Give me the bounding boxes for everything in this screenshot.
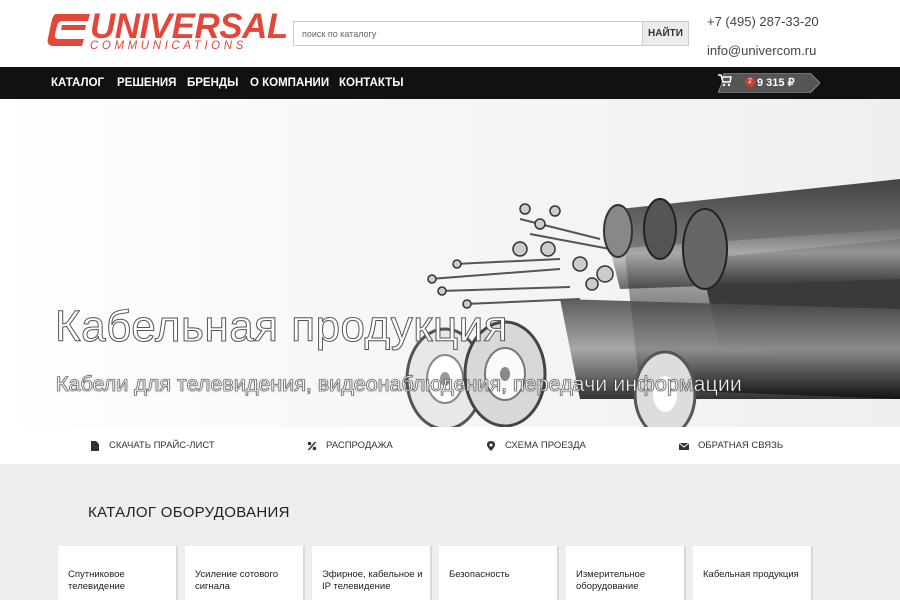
main-nav: КАТАЛОГ РЕШЕНИЯ БРЕНДЫ О КОМПАНИИ КОНТАК…	[0, 67, 900, 99]
cart-icon	[718, 74, 732, 87]
quick-link-price-list[interactable]: СКАЧАТЬ ПРАЙС-ЛИСТ	[90, 427, 215, 464]
file-icon	[91, 440, 99, 451]
percent-icon	[307, 441, 317, 450]
logo-subtext: COMMUNICATIONS	[90, 40, 247, 52]
nav-item-about[interactable]: О КОМПАНИИ	[250, 67, 329, 99]
catalog-section: КАТАЛОГ ОБОРУДОВАНИЯ Спутниковое телевид…	[0, 464, 900, 600]
quick-link-label: ОБРАТНАЯ СВЯЗЬ	[698, 440, 784, 451]
catalog-card-cellular-boost[interactable]: Усиление сотового сигнала	[185, 546, 305, 600]
catalog-card-label: Кабельная продукция	[703, 569, 799, 580]
cart-button[interactable]: 2 9 315 ₽	[718, 73, 820, 93]
catalog-card-label: Измерительное оборудование	[576, 569, 646, 592]
catalog-card-cables[interactable]: Кабельная продукция	[693, 546, 813, 600]
catalog-card-label: Эфирное, кабельное и IP телевидение	[322, 569, 423, 592]
quick-link-label: РАСПРОДАЖА	[326, 440, 393, 451]
site-header: UNIVERSAL COMMUNICATIONS НАЙТИ +7 (495) …	[0, 0, 900, 67]
nav-item-solutions[interactable]: РЕШЕНИЯ	[117, 67, 176, 99]
email-link[interactable]: info@univercom.ru	[707, 41, 819, 61]
quick-links: СКАЧАТЬ ПРАЙС-ЛИСТ РАСПРОДАЖА СХЕМА ПРОЕ…	[0, 427, 900, 464]
quick-link-feedback[interactable]: ОБРАТНАЯ СВЯЗЬ	[679, 427, 783, 464]
quick-link-label: СХЕМА ПРОЕЗДА	[505, 440, 586, 451]
logo-mark-icon	[47, 14, 90, 46]
contacts: +7 (495) 287-33-20 info@univercom.ru	[707, 12, 819, 70]
search-button[interactable]: НАЙТИ	[642, 22, 688, 45]
catalog-card-security[interactable]: Безопасность	[439, 546, 559, 600]
catalog-card-satellite-tv[interactable]: Спутниковое телевидение	[58, 546, 178, 600]
quick-link-label: СКАЧАТЬ ПРАЙС-ЛИСТ	[109, 440, 215, 451]
map-pin-icon	[487, 440, 495, 451]
search-bar: НАЙТИ	[293, 21, 689, 46]
search-input[interactable]	[294, 22, 642, 45]
quick-link-directions[interactable]: СХЕМА ПРОЕЗДА	[486, 427, 586, 464]
nav-item-brands[interactable]: БРЕНДЫ	[187, 67, 238, 99]
catalog-title: КАТАЛОГ ОБОРУДОВАНИЯ	[88, 504, 290, 521]
logo[interactable]: UNIVERSAL COMMUNICATIONS	[46, 9, 288, 55]
envelope-icon	[679, 442, 689, 450]
hero-subtitle: Кабели для телевидения, видеонаблюдения,…	[56, 372, 742, 397]
nav-item-contacts[interactable]: КОНТАКТЫ	[339, 67, 403, 99]
nav-item-catalog[interactable]: КАТАЛОГ	[51, 67, 104, 99]
phone-link[interactable]: +7 (495) 287-33-20	[707, 12, 819, 32]
catalog-card-label: Безопасность	[449, 569, 510, 580]
cart-total: 9 315 ₽	[757, 77, 795, 89]
cart-count-badge: 2	[745, 77, 755, 87]
quick-link-sale[interactable]: РАСПРОДАЖА	[307, 427, 393, 464]
catalog-card-label: Спутниковое телевидение	[68, 569, 126, 592]
catalog-card-measuring[interactable]: Измерительное оборудование	[566, 546, 686, 600]
catalog-card-broadcast-tv[interactable]: Эфирное, кабельное и IP телевидение	[312, 546, 432, 600]
hero-banner[interactable]: Кабельная продукция Кабели для телевиден…	[0, 99, 900, 427]
hero-title: Кабельная продукция	[54, 302, 509, 352]
catalog-card-label: Усиление сотового сигнала	[195, 569, 278, 592]
